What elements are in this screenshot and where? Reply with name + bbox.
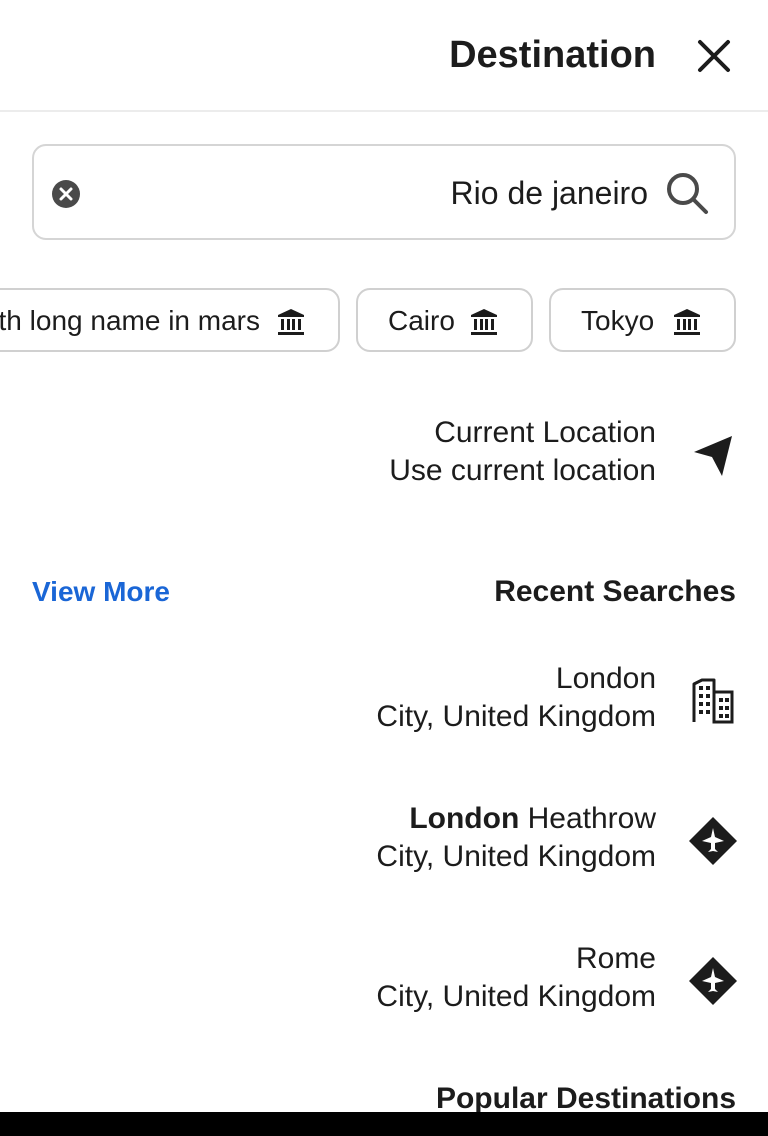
current-location-item[interactable]: Current Location Use current location [0, 414, 768, 498]
navigation-arrow-icon [694, 436, 732, 476]
result-subtitle: City, United Kingdom [376, 840, 656, 873]
result-subtitle: City, United Kingdom [376, 980, 656, 1013]
chip-destination[interactable]: th long name in mars [0, 288, 340, 352]
search-icon[interactable] [664, 170, 710, 216]
result-title: Rome [376, 940, 656, 978]
result-title-name: London [555, 662, 656, 695]
recent-search-text: London Heathrow City, United Kingdom [376, 800, 656, 876]
city-buildings-icon [692, 678, 734, 724]
result-title-bold: London [409, 802, 520, 835]
destination-chips: th long name in mars Cairo Tokyo [0, 288, 768, 354]
result-title-name: Heathrow [519, 802, 656, 835]
chip-label: th long name in mars [0, 305, 260, 336]
chip-destination[interactable]: Cairo [356, 288, 533, 352]
recent-search-item[interactable]: Rome City, United Kingdom [0, 940, 768, 1024]
view-more-link[interactable]: View More [32, 574, 170, 610]
header: Destination [0, 0, 768, 112]
chip-label: Cairo [388, 305, 455, 336]
search-box [32, 144, 736, 240]
current-location-title: Current Location [434, 416, 656, 449]
chip-label: Tokyo [581, 305, 655, 336]
recent-search-item[interactable]: London Heathrow City, United Kingdom [0, 800, 768, 884]
result-title-name: Rome [575, 942, 656, 975]
chip-destination[interactable]: Tokyo [549, 288, 736, 352]
recent-searches-heading: Recent Searches [494, 575, 736, 608]
recent-search-text: Rome City, United Kingdom [376, 940, 656, 1016]
recent-search-item[interactable]: London City, United Kingdom [0, 660, 768, 744]
recent-search-text: London City, United Kingdom [376, 660, 656, 736]
clear-circle-icon[interactable] [51, 179, 81, 209]
museum-icon [471, 309, 497, 335]
result-title: London Heathrow [376, 800, 656, 838]
current-location-text: Current Location Use current location [389, 414, 656, 490]
system-navigation-bar [0, 1112, 768, 1136]
airport-plane-icon [689, 957, 737, 1005]
search-input[interactable] [108, 168, 648, 218]
current-location-subtitle: Use current location [389, 454, 656, 487]
museum-icon [278, 309, 304, 335]
airport-plane-icon [689, 817, 737, 865]
close-icon[interactable] [694, 36, 734, 76]
result-title: London [376, 660, 656, 698]
result-subtitle: City, United Kingdom [376, 700, 656, 733]
museum-icon [674, 309, 700, 335]
page-title: Destination [449, 34, 656, 76]
